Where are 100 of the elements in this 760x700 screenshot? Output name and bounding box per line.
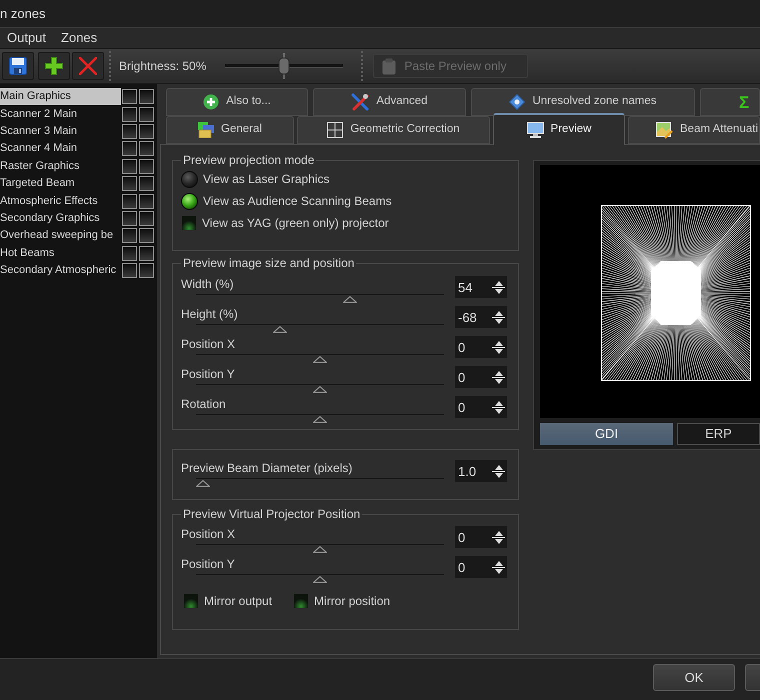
down-arrow-icon [494, 318, 502, 324]
slider-thumb[interactable] [278, 53, 290, 79]
checkbox[interactable] [122, 158, 137, 174]
delete-button[interactable] [72, 52, 104, 80]
checkbox[interactable] [122, 106, 137, 122]
clipboard-icon [382, 58, 396, 74]
slider-track[interactable] [196, 478, 444, 487]
option-label: View as Laser Graphics [203, 171, 330, 188]
checkbox[interactable] [139, 141, 154, 156]
checkbox[interactable] [139, 246, 154, 261]
number-field[interactable]: 54 [455, 276, 490, 298]
group-title: Preview image size and position [182, 256, 356, 270]
list-item[interactable]: Scanner 3 Main [0, 122, 121, 140]
checkbox[interactable] [139, 89, 154, 104]
slider-track[interactable] [196, 544, 444, 553]
list-item[interactable]: Targeted Beam [0, 175, 121, 192]
list-item[interactable]: Secondary Atmospheric [0, 262, 121, 280]
slider-track[interactable] [196, 354, 444, 363]
checkbox[interactable] [181, 215, 197, 231]
tab[interactable]: Also to... [166, 88, 308, 116]
checkbox[interactable] [139, 194, 154, 209]
up-arrow-icon [494, 400, 502, 406]
window-title: n zones [0, 4, 46, 23]
list-item[interactable]: Scanner 4 Main [0, 140, 121, 158]
checkbox[interactable] [122, 141, 137, 156]
checkbox[interactable] [122, 246, 137, 261]
checkbox[interactable] [139, 210, 154, 226]
checkbox[interactable] [122, 194, 137, 209]
group-title: Preview Virtual Projector Position [182, 507, 362, 521]
tab[interactable]: Beam Attenuati [628, 116, 760, 144]
up-arrow-icon [494, 464, 502, 470]
checkbox[interactable] [183, 593, 199, 609]
checkbox[interactable] [122, 263, 137, 278]
down-arrow-icon [494, 568, 502, 574]
slider-thumb[interactable] [313, 416, 327, 423]
ok-button[interactable]: OK [653, 664, 735, 691]
list-item[interactable]: Atmospheric Effects [0, 192, 121, 210]
slider-track[interactable] [196, 294, 444, 303]
renderer-button[interactable]: ERP [677, 423, 760, 445]
slider-thumb[interactable] [313, 576, 327, 583]
checkbox[interactable] [139, 158, 154, 174]
list-item[interactable]: Scanner 2 Main [0, 106, 121, 123]
tab[interactable]: General [166, 116, 294, 144]
slider-thumb[interactable] [273, 326, 288, 333]
slider-track[interactable] [196, 324, 444, 333]
number-field[interactable]: -68 [455, 306, 490, 328]
brightness-label: Brightness: 50% [119, 58, 206, 75]
list-item[interactable]: Overhead sweeping be [0, 227, 121, 244]
number-field[interactable]: 1.0 [455, 460, 490, 482]
slider-thumb[interactable] [196, 480, 210, 487]
checkbox[interactable] [139, 263, 154, 278]
list-item[interactable]: Secondary Graphics [0, 210, 121, 227]
checkbox[interactable] [122, 228, 137, 244]
slider-thumb[interactable] [343, 296, 358, 303]
checkbox[interactable] [293, 593, 310, 609]
checkbox[interactable] [122, 89, 137, 104]
up-arrow-icon [494, 280, 502, 286]
tab[interactable]: Unresolved zone names [471, 88, 695, 116]
checkbox[interactable] [139, 176, 154, 192]
slider-track[interactable] [196, 384, 444, 393]
number-field[interactable]: 0 [455, 556, 490, 578]
number-field[interactable]: 0 [455, 366, 490, 388]
slider-label: Position X [181, 336, 236, 352]
list-item[interactable]: Raster Graphics [0, 158, 121, 175]
slider-thumb[interactable] [313, 356, 327, 363]
option-label: View as Audience Scanning Beams [203, 193, 392, 210]
list-item[interactable]: Main Graphics [0, 88, 121, 106]
up-arrow-icon [494, 340, 502, 346]
checkbox[interactable] [139, 106, 154, 122]
checkbox[interactable] [122, 124, 137, 139]
renderer-button[interactable]: GDI [540, 423, 673, 445]
up-arrow-icon [494, 560, 502, 566]
slider-thumb[interactable] [313, 386, 327, 393]
slider-label: Position X [181, 526, 236, 542]
slider-track[interactable] [196, 414, 444, 423]
diamond-icon [509, 94, 526, 110]
cross-icon [79, 57, 97, 75]
slider-track[interactable] [196, 574, 444, 583]
tab[interactable]: Geometric Correction [297, 116, 490, 144]
checkbox[interactable] [122, 176, 137, 192]
add-button[interactable] [38, 52, 70, 80]
number-field[interactable]: 0 [455, 396, 490, 418]
tab[interactable]: Advanced [313, 88, 466, 116]
tab[interactable]: Preview [493, 113, 625, 145]
number-field[interactable]: 0 [455, 526, 490, 548]
list-item[interactable]: Hot Beams [0, 244, 121, 262]
radio-button[interactable] [181, 170, 198, 188]
number-field[interactable]: 0 [455, 336, 490, 358]
checkbox[interactable] [139, 228, 154, 244]
radio-button[interactable] [181, 192, 198, 210]
slider-thumb[interactable] [313, 546, 327, 553]
menu-item[interactable]: Zones [61, 29, 98, 47]
save-button[interactable] [2, 52, 34, 80]
checkbox-label: Mirror output [204, 593, 272, 610]
monitor-icon [526, 122, 544, 138]
checkbox[interactable] [122, 210, 137, 226]
tab[interactable]: Σ [700, 88, 760, 116]
checkbox[interactable] [139, 124, 154, 139]
down-arrow-icon [494, 538, 502, 544]
menu-item[interactable]: Output [7, 29, 46, 47]
